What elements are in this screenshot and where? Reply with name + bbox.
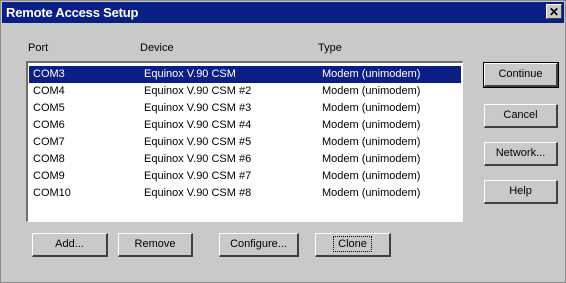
list-row-com9[interactable]: COM9 Equinox V.90 CSM #7 Modem (unimodem… bbox=[29, 168, 461, 185]
list-row-com6[interactable]: COM6 Equinox V.90 CSM #4 Modem (unimodem… bbox=[29, 117, 461, 134]
device-cell: Equinox V.90 CSM #2 bbox=[144, 85, 252, 97]
cancel-button[interactable]: Cancel bbox=[484, 104, 558, 128]
column-header-type: Type bbox=[318, 42, 342, 54]
type-cell: Modem (unimodem) bbox=[322, 119, 421, 131]
port-cell: COM8 bbox=[33, 153, 65, 165]
device-cell: Equinox V.90 CSM #6 bbox=[144, 153, 252, 165]
type-cell: Modem (unimodem) bbox=[322, 170, 421, 182]
type-cell: Modem (unimodem) bbox=[322, 153, 421, 165]
device-cell: Equinox V.90 CSM #3 bbox=[144, 102, 252, 114]
device-cell: Equinox V.90 CSM bbox=[144, 68, 236, 80]
close-button[interactable]: ✕ bbox=[546, 4, 562, 19]
device-cell: Equinox V.90 CSM #5 bbox=[144, 136, 252, 148]
dialog-title: Remote Access Setup bbox=[6, 5, 139, 20]
configure-button[interactable]: Configure... bbox=[219, 233, 299, 257]
device-cell: Equinox V.90 CSM #8 bbox=[144, 187, 252, 199]
type-cell: Modem (unimodem) bbox=[322, 68, 421, 80]
port-cell: COM10 bbox=[33, 187, 71, 199]
add-button[interactable]: Add... bbox=[32, 233, 108, 257]
help-button[interactable]: Help bbox=[484, 180, 558, 204]
column-header-port: Port bbox=[28, 42, 49, 54]
network-button[interactable]: Network... bbox=[484, 142, 558, 166]
port-cell: COM4 bbox=[33, 85, 65, 97]
list-row-com5[interactable]: COM5 Equinox V.90 CSM #3 Modem (unimodem… bbox=[29, 100, 461, 117]
list-row-com10[interactable]: COM10 Equinox V.90 CSM #8 Modem (unimode… bbox=[29, 185, 461, 202]
close-icon: ✕ bbox=[548, 5, 560, 19]
list-row-com7[interactable]: COM7 Equinox V.90 CSM #5 Modem (unimodem… bbox=[29, 134, 461, 151]
column-header-device: Device bbox=[140, 42, 174, 54]
port-cell: COM3 bbox=[33, 68, 65, 80]
title-bar[interactable]: Remote Access Setup ✕ bbox=[2, 2, 564, 23]
port-cell: COM6 bbox=[33, 119, 65, 131]
clone-button[interactable]: Clone bbox=[315, 233, 391, 257]
port-device-list[interactable]: COM3 Equinox V.90 CSM Modem (unimodem) C… bbox=[26, 61, 463, 222]
port-cell: COM7 bbox=[33, 136, 65, 148]
type-cell: Modem (unimodem) bbox=[322, 136, 421, 148]
port-cell: COM9 bbox=[33, 170, 65, 182]
type-cell: Modem (unimodem) bbox=[322, 85, 421, 97]
list-row-com3[interactable]: COM3 Equinox V.90 CSM Modem (unimodem) bbox=[29, 66, 461, 83]
remove-button[interactable]: Remove bbox=[118, 233, 193, 257]
type-cell: Modem (unimodem) bbox=[322, 102, 421, 114]
device-cell: Equinox V.90 CSM #7 bbox=[144, 170, 252, 182]
continue-button[interactable]: Continue bbox=[483, 62, 559, 88]
list-row-com8[interactable]: COM8 Equinox V.90 CSM #6 Modem (unimodem… bbox=[29, 151, 461, 168]
remote-access-setup-dialog: Remote Access Setup ✕ Port Device Type C… bbox=[0, 0, 566, 283]
port-cell: COM5 bbox=[33, 102, 65, 114]
device-cell: Equinox V.90 CSM #4 bbox=[144, 119, 252, 131]
type-cell: Modem (unimodem) bbox=[322, 187, 421, 199]
list-row-com4[interactable]: COM4 Equinox V.90 CSM #2 Modem (unimodem… bbox=[29, 83, 461, 100]
